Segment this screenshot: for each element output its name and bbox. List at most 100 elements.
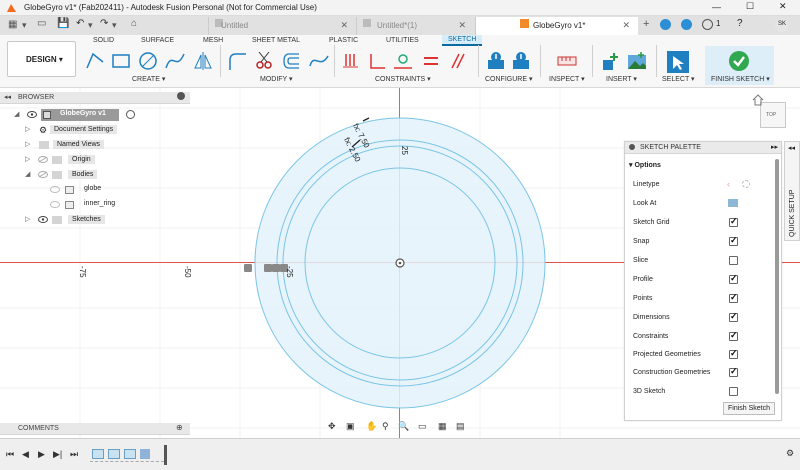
- settings-gear-icon[interactable]: ⚙: [786, 448, 794, 459]
- comments-header[interactable]: COMMENTS ⊕: [0, 423, 190, 435]
- hidden-visibility-icon[interactable]: [38, 156, 48, 163]
- sketch-curve-icon[interactable]: [308, 50, 330, 72]
- expand-icon[interactable]: ▷: [25, 140, 30, 148]
- pin-icon[interactable]: [177, 92, 185, 100]
- tab-untitled-1[interactable]: Untitled*(1) ✕: [356, 17, 474, 35]
- circle-icon[interactable]: [137, 50, 159, 72]
- create-menu[interactable]: CREATE ▾: [132, 75, 165, 83]
- constraints-checkbox[interactable]: [729, 330, 738, 341]
- expand-icon[interactable]: ◢: [14, 110, 19, 118]
- pan-icon[interactable]: ✋: [366, 421, 377, 432]
- configure-table-icon[interactable]: [510, 50, 532, 72]
- help-icon[interactable]: ?: [737, 18, 743, 29]
- visibility-icon[interactable]: [38, 216, 48, 223]
- tab-utilities[interactable]: UTILITIES: [386, 37, 419, 44]
- centerline-linetype-icon[interactable]: [742, 180, 750, 188]
- notifications-icon[interactable]: [681, 19, 692, 30]
- browser-header[interactable]: ◂◂ BROWSER: [0, 92, 190, 104]
- tab-untitled[interactable]: Untitled ✕: [208, 17, 356, 35]
- folder-icon[interactable]: ▭: [37, 18, 46, 29]
- projected-geometries-checkbox[interactable]: [729, 348, 738, 359]
- 3d-sketch-checkbox[interactable]: [729, 387, 738, 396]
- tab-surface[interactable]: SURFACE: [141, 37, 174, 44]
- modify-menu[interactable]: MODIFY ▾: [260, 75, 293, 83]
- collapse-panel-icon[interactable]: ◂◂: [4, 93, 11, 101]
- tab-solid[interactable]: SOLID: [93, 37, 114, 44]
- offset-icon[interactable]: [281, 50, 303, 72]
- undo-icon[interactable]: ↶: [76, 18, 84, 29]
- dimensions-checkbox[interactable]: [729, 311, 738, 322]
- step-back-icon[interactable]: ◀: [22, 449, 29, 460]
- avatar[interactable]: SK: [775, 18, 789, 32]
- slice-checkbox[interactable]: [729, 256, 738, 265]
- insert-menu[interactable]: INSERT ▾: [606, 75, 637, 83]
- close-window-button[interactable]: ✕: [779, 1, 787, 12]
- close-icon[interactable]: ✕: [622, 20, 630, 31]
- home-view-icon[interactable]: [752, 94, 764, 106]
- orbit-icon[interactable]: ✥: [328, 421, 336, 432]
- insert-derive-icon[interactable]: [600, 50, 622, 72]
- tab-sketch[interactable]: SKETCH: [442, 35, 483, 46]
- fillet-icon[interactable]: [226, 50, 248, 72]
- configure-menu[interactable]: CONFIGURE ▾: [485, 75, 532, 83]
- inspect-menu[interactable]: INSPECT ▾: [549, 75, 585, 83]
- options-section[interactable]: ▾ Options: [629, 161, 661, 169]
- perpendicular-icon[interactable]: [366, 50, 388, 72]
- mirror-icon[interactable]: [192, 50, 214, 72]
- select-menu[interactable]: SELECT ▾: [662, 75, 695, 83]
- coincident-icon[interactable]: [392, 50, 414, 72]
- browser-item-inner-ring[interactable]: inner_ring: [0, 199, 190, 211]
- browser-item-bodies[interactable]: ◢ Bodies: [0, 169, 190, 181]
- play-icon[interactable]: ▶: [38, 449, 45, 460]
- palette-header[interactable]: SKETCH PALETTE ▸▸: [625, 142, 781, 154]
- chevron-down-icon[interactable]: ▾: [88, 20, 93, 31]
- home-icon[interactable]: ⌂: [131, 18, 137, 29]
- expand-icon[interactable]: ▷: [25, 125, 30, 133]
- look-at-icon[interactable]: [728, 199, 738, 207]
- insert-image-icon[interactable]: [626, 50, 648, 72]
- parameters-icon[interactable]: [485, 50, 507, 72]
- finish-sketch-menu[interactable]: FINISH SKETCH ▾: [711, 75, 770, 83]
- sketch-grid-checkbox[interactable]: [729, 216, 738, 227]
- construction-linetype-icon[interactable]: ‹: [727, 179, 730, 189]
- job-status-icon[interactable]: [702, 19, 713, 30]
- go-to-start-icon[interactable]: ⏮: [6, 449, 14, 460]
- browser-item-globe[interactable]: globe: [0, 184, 190, 196]
- new-tab-icon[interactable]: +: [643, 18, 649, 30]
- equal-icon[interactable]: [420, 50, 442, 72]
- rectangle-icon[interactable]: [110, 50, 132, 72]
- points-checkbox[interactable]: [729, 292, 738, 303]
- add-comment-icon[interactable]: ⊕: [176, 423, 183, 432]
- apps-grid-icon[interactable]: ▦: [8, 19, 17, 30]
- timeline-marker[interactable]: [164, 445, 167, 465]
- step-forward-icon[interactable]: ▶|: [53, 449, 62, 460]
- timeline-track[interactable]: [90, 448, 164, 462]
- palette-scrollbar[interactable]: [775, 159, 779, 394]
- expand-icon[interactable]: ▷: [25, 215, 30, 223]
- maximize-button[interactable]: ☐: [746, 1, 754, 12]
- fix-constraint-icon[interactable]: [340, 50, 362, 72]
- close-icon[interactable]: ✕: [458, 20, 466, 31]
- expand-icon[interactable]: ▷: [25, 155, 30, 163]
- construction-geometries-checkbox[interactable]: [729, 366, 738, 377]
- pin-icon[interactable]: [629, 144, 635, 150]
- timeline-sketch-icon[interactable]: [124, 449, 136, 459]
- zoom-icon[interactable]: ⚲: [382, 421, 389, 432]
- measure-icon[interactable]: [556, 50, 578, 72]
- spline-icon[interactable]: [164, 50, 186, 72]
- trim-icon[interactable]: [253, 50, 275, 72]
- look-at-icon[interactable]: ▣: [346, 421, 355, 432]
- visibility-icon[interactable]: [27, 111, 37, 118]
- hidden-visibility-icon[interactable]: [38, 171, 48, 178]
- browser-item-origin[interactable]: ▷ Origin: [0, 154, 190, 166]
- tab-plastic[interactable]: PLASTIC: [329, 37, 358, 44]
- browser-item-sketches[interactable]: ▷ Sketches: [0, 214, 190, 226]
- collapse-icon[interactable]: ◢: [25, 170, 30, 178]
- profile-checkbox[interactable]: [729, 273, 738, 284]
- expand-panel-icon[interactable]: ▸▸: [771, 143, 778, 151]
- select-icon[interactable]: [666, 50, 690, 74]
- hidden-visibility-icon[interactable]: [50, 186, 60, 193]
- browser-item-named-views[interactable]: ▷ Named Views: [0, 139, 190, 151]
- viewports-icon[interactable]: ▤: [456, 421, 465, 432]
- redo-icon[interactable]: ↷: [100, 18, 108, 29]
